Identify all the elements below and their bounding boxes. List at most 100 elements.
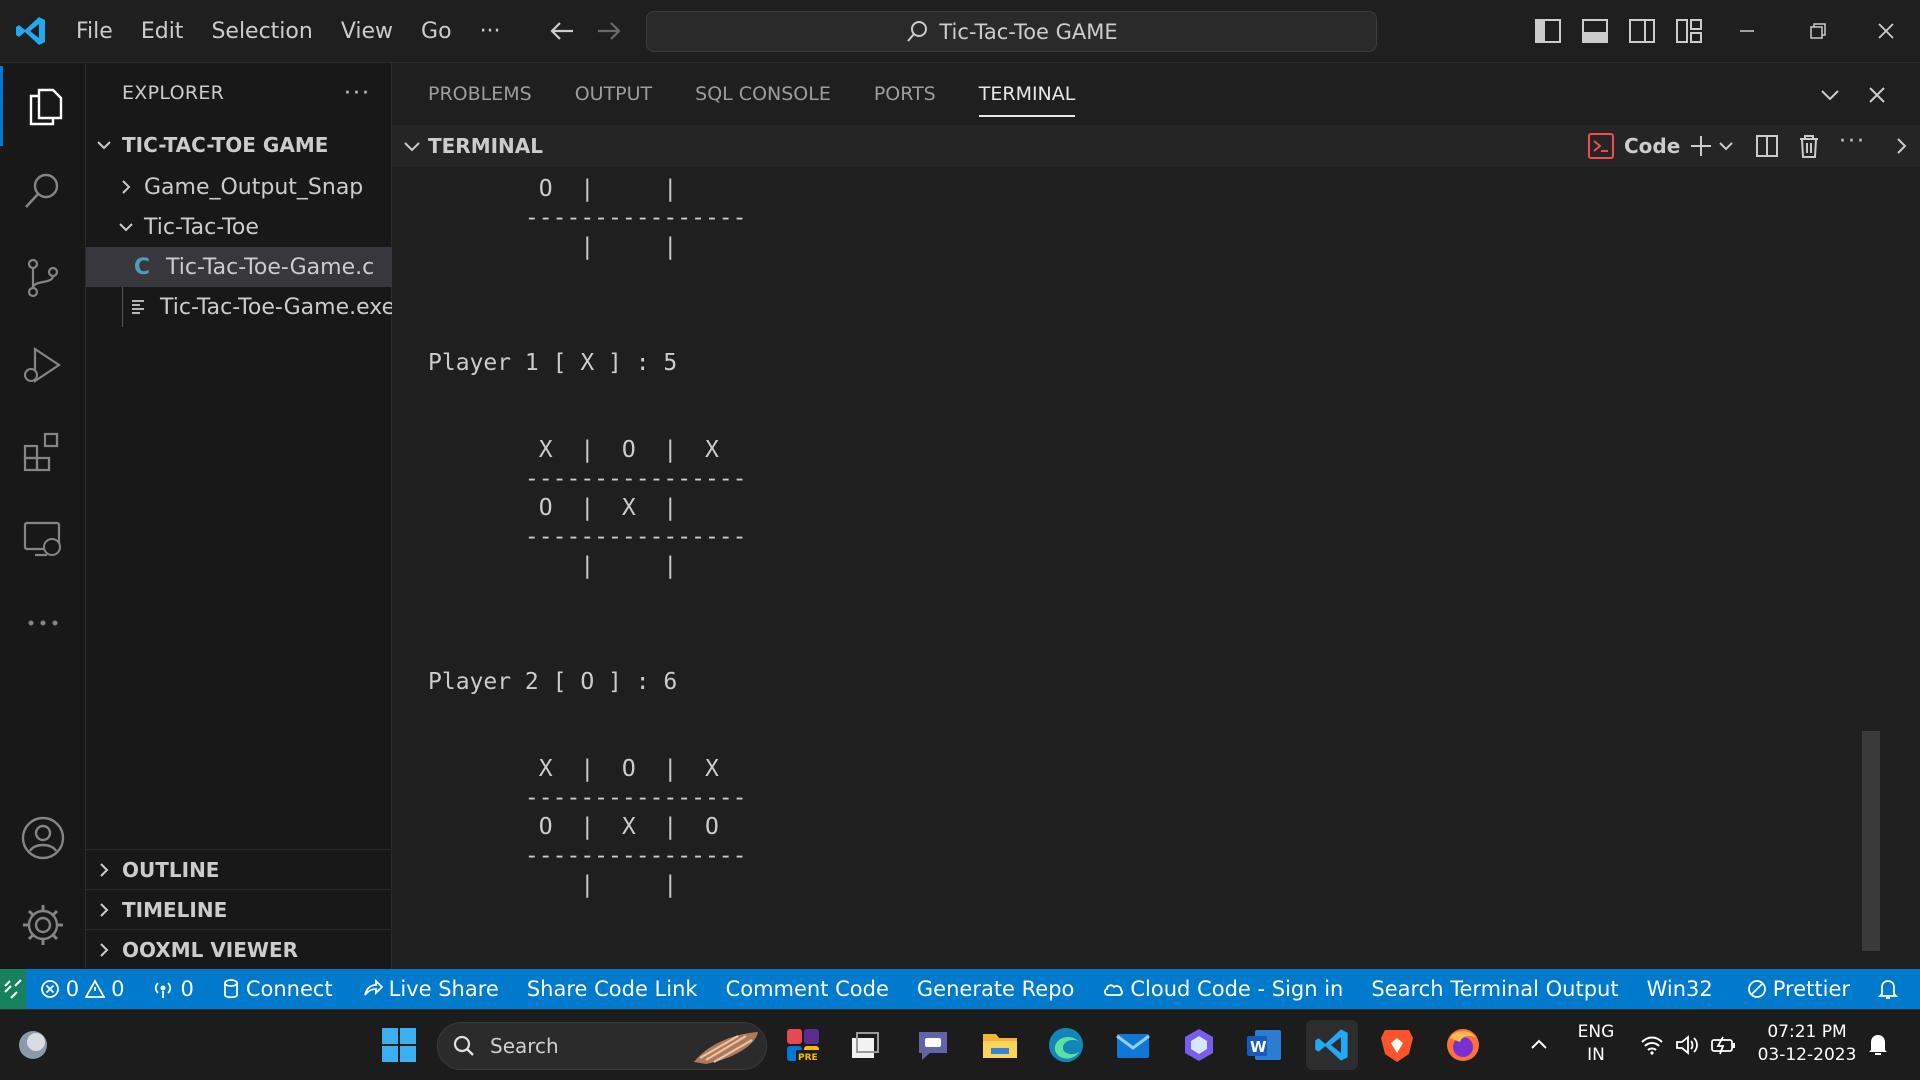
problems-status[interactable]: 0 0	[26, 977, 139, 1001]
widgets-icon[interactable]	[10, 1022, 56, 1068]
minimize-icon[interactable]	[1730, 14, 1764, 48]
broadcast-icon	[155, 982, 172, 998]
split-terminal-icon[interactable]	[1753, 132, 1781, 160]
teams-chat-icon[interactable]	[910, 1022, 956, 1068]
tab-sql-console[interactable]: SQL CONSOLE	[695, 63, 831, 125]
brave-browser-icon[interactable]	[1374, 1022, 1420, 1068]
wifi-icon[interactable]	[1639, 1033, 1665, 1057]
terminal-more-button[interactable]: ···	[1839, 129, 1866, 154]
section-ooxml-label: OOXML VIEWER	[122, 937, 299, 962]
section-outline[interactable]: OUTLINE	[86, 849, 392, 889]
comment-code-button[interactable]: Comment Code	[712, 977, 903, 1001]
clock-time: 07:21 PM	[1767, 1022, 1847, 1042]
tree-indent-guide	[122, 287, 123, 327]
customize-layout-icon[interactable]	[1673, 15, 1705, 47]
activity-accounts[interactable]	[0, 798, 86, 878]
activity-source-control[interactable]	[0, 238, 86, 318]
taskbar-search[interactable]: Search	[437, 1022, 767, 1070]
svg-text:W: W	[1250, 1038, 1267, 1056]
chevron-down-icon[interactable]	[402, 136, 422, 156]
prettier-status[interactable]: Prettier	[1733, 977, 1864, 1001]
tree-item-exe-file[interactable]: Tic-Tac-Toe-Game.exe	[86, 287, 395, 327]
menu-edit[interactable]: Edit	[127, 12, 198, 52]
search-icon	[907, 20, 928, 42]
start-button-icon[interactable]	[376, 1022, 422, 1068]
platform-status[interactable]: Win32	[1633, 977, 1733, 1001]
activity-search[interactable]	[0, 151, 86, 231]
activity-more[interactable]	[0, 583, 86, 663]
activity-remote-explorer[interactable]	[0, 499, 86, 579]
copilot-pre-icon[interactable]: PRE	[780, 1022, 826, 1068]
menu-go[interactable]: Go	[407, 12, 466, 52]
tab-output[interactable]: OUTPUT	[575, 63, 652, 125]
ports-status[interactable]: 0	[138, 977, 207, 1001]
toggle-secondary-sidebar-icon[interactable]	[1626, 15, 1658, 47]
tab-ports[interactable]: PORTS	[874, 63, 936, 125]
terminal-scroll-thumb[interactable]	[1862, 731, 1880, 951]
volume-icon[interactable]	[1674, 1033, 1700, 1057]
activity-manage[interactable]	[0, 885, 86, 965]
tab-terminal[interactable]: TERMINAL	[978, 63, 1075, 125]
activity-explorer[interactable]	[0, 66, 86, 146]
maximize-panel-chevron-icon[interactable]	[1815, 80, 1845, 110]
notifications-button[interactable]	[1864, 978, 1920, 1000]
share-code-link-button[interactable]: Share Code Link	[513, 977, 712, 1001]
generate-repo-button[interactable]: Generate Repo	[903, 977, 1089, 1001]
firefox-icon[interactable]	[1440, 1022, 1486, 1068]
trash-icon[interactable]	[1795, 132, 1823, 160]
toggle-primary-sidebar-icon[interactable]	[1532, 15, 1564, 47]
tree-item-c-file[interactable]: C Tic-Tac-Toe-Game.c	[86, 247, 392, 287]
battery-charging-icon[interactable]	[1710, 1033, 1738, 1057]
file-explorer-icon[interactable]	[977, 1022, 1023, 1068]
live-share-button[interactable]: Live Share	[347, 977, 513, 1001]
edge-browser-icon[interactable]	[1043, 1022, 1089, 1068]
vscode-taskbar-icon[interactable]	[1306, 1020, 1358, 1070]
vscode-logo-icon[interactable]	[14, 14, 48, 48]
tray-chevron-up-icon[interactable]	[1527, 1033, 1551, 1057]
word-icon[interactable]: W	[1241, 1022, 1287, 1068]
terminal-output[interactable]: O | | ---------------- | | Player 1 [ X …	[428, 175, 1858, 965]
clock[interactable]: 07:21 PM 03-12-2023	[1752, 1021, 1862, 1067]
connect-button[interactable]: Connect	[208, 977, 347, 1001]
toggle-panel-icon[interactable]	[1579, 15, 1611, 47]
section-ooxml-viewer[interactable]: OOXML VIEWER	[86, 929, 392, 969]
tree-item-game-output-snap[interactable]: Game_Output_Snap	[86, 167, 392, 207]
explorer-more-button[interactable]: ···	[344, 81, 371, 106]
close-panel-icon[interactable]	[1862, 80, 1892, 110]
menu-file[interactable]: File	[62, 12, 127, 52]
terminal-line: | |	[428, 872, 678, 898]
menu-more[interactable]: ···	[466, 12, 515, 52]
chevron-right-icon[interactable]	[1891, 136, 1911, 156]
section-timeline[interactable]: TIMELINE	[86, 889, 392, 929]
forward-arrow-icon[interactable]	[592, 14, 626, 48]
tree-item-label: Tic-Tac-Toe-Game.c	[166, 254, 375, 280]
cloud-code-button[interactable]: Cloud Code - Sign in	[1088, 977, 1357, 1001]
remote-indicator[interactable]	[0, 969, 26, 1009]
activity-extensions[interactable]	[0, 412, 86, 492]
activity-run-debug[interactable]	[0, 325, 86, 405]
command-center-search[interactable]: Tic-Tac-Toe GAME	[646, 11, 1377, 52]
task-view-icon[interactable]	[842, 1022, 888, 1068]
terminal-line: O | X | O	[428, 814, 719, 840]
tab-problems[interactable]: PROBLEMS	[428, 63, 532, 125]
terminal-shell-selector[interactable]: Code	[1588, 131, 1680, 161]
svg-text:PRE: PRE	[798, 1053, 818, 1063]
chevron-down-icon[interactable]	[1717, 137, 1735, 155]
mail-icon[interactable]	[1110, 1022, 1156, 1068]
restore-icon[interactable]	[1800, 14, 1834, 48]
back-arrow-icon[interactable]	[545, 14, 579, 48]
language-label: ENG	[1577, 1022, 1615, 1042]
terminal-line: O | X |	[428, 495, 678, 521]
copilot-icon[interactable]	[1176, 1022, 1222, 1068]
language-indicator[interactable]: ENG IN	[1570, 1021, 1622, 1067]
notification-bell-icon[interactable]	[1866, 1032, 1890, 1058]
menu-view[interactable]: View	[327, 12, 407, 52]
folder-root[interactable]: TIC-TAC-TOE GAME	[86, 125, 392, 165]
section-outline-label: OUTLINE	[122, 857, 220, 882]
search-terminal-output-button[interactable]: Search Terminal Output	[1357, 977, 1632, 1001]
menu-selection[interactable]: Selection	[197, 12, 326, 52]
tree-item-tic-tac-toe[interactable]: Tic-Tac-Toe	[86, 207, 392, 247]
close-icon[interactable]	[1869, 14, 1903, 48]
new-terminal-plus-icon[interactable]	[1687, 132, 1715, 160]
